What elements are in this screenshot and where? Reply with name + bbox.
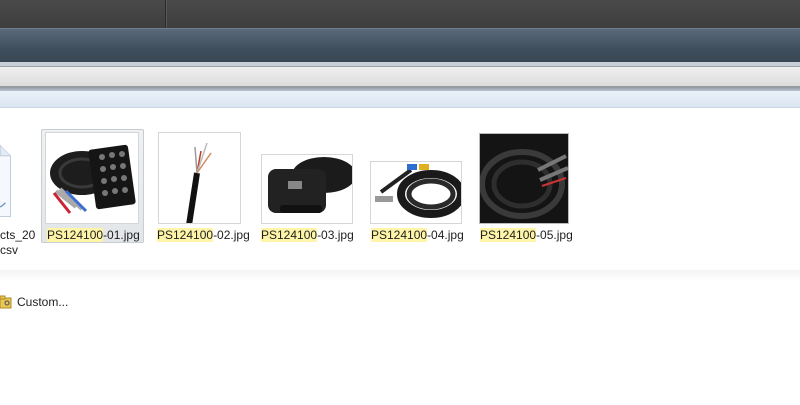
file-name-rest: -04.jpg [427, 228, 464, 242]
file-name-label: PS124100-03.jpg [261, 228, 354, 242]
document-icon [0, 145, 11, 217]
file-name-label: PS124100-01.jpg [47, 228, 140, 242]
file-name-label: PS124100-05.jpg [480, 228, 573, 242]
top-dark-strip [0, 0, 800, 29]
file-name-label: PS124100-04.jpg [371, 228, 464, 242]
partial-file-label-line1: cts_20 [0, 228, 36, 242]
partial-file-label-line2: csv [0, 243, 18, 257]
file-item[interactable]: PS124100-05.jpg [476, 129, 574, 243]
multicore-snake-box-icon [45, 132, 139, 224]
file-item[interactable]: PS124100-03.jpg [258, 129, 358, 243]
search-match-highlight: PS124100 [157, 228, 214, 242]
stage-box-bag-icon [261, 154, 353, 224]
file-name-label: PS124100-02.jpg [157, 228, 250, 242]
partial-file-label: cts_20 csv [0, 228, 35, 258]
file-item[interactable]: PS124100-02.jpg [154, 129, 250, 243]
file-name-rest: -01.jpg [103, 228, 140, 242]
section-header [0, 91, 800, 108]
cable-closeup-icon [479, 133, 569, 224]
file-name-rest: -05.jpg [536, 228, 573, 242]
cable-cross-section-icon [158, 132, 241, 224]
folder-search-icon [0, 295, 12, 309]
custom-search-option[interactable]: Custom... [0, 294, 68, 310]
file-name-rest: -02.jpg [213, 228, 250, 242]
pane-seam-highlight [166, 0, 167, 28]
section-divider [0, 270, 800, 282]
file-item[interactable]: PS124100-04.jpg [367, 129, 465, 243]
file-name-rest: -03.jpg [317, 228, 354, 242]
window-title-bar[interactable] [0, 28, 800, 63]
search-match-highlight: PS124100 [480, 228, 537, 242]
search-match-highlight: PS124100 [47, 228, 104, 242]
custom-label: Custom... [17, 295, 69, 309]
search-match-highlight: PS124100 [371, 228, 428, 242]
coiled-cable-icon [370, 161, 462, 224]
search-match-highlight: PS124100 [261, 228, 318, 242]
toolbar [0, 67, 800, 87]
file-item[interactable]: PS124100-01.jpg [41, 129, 144, 243]
